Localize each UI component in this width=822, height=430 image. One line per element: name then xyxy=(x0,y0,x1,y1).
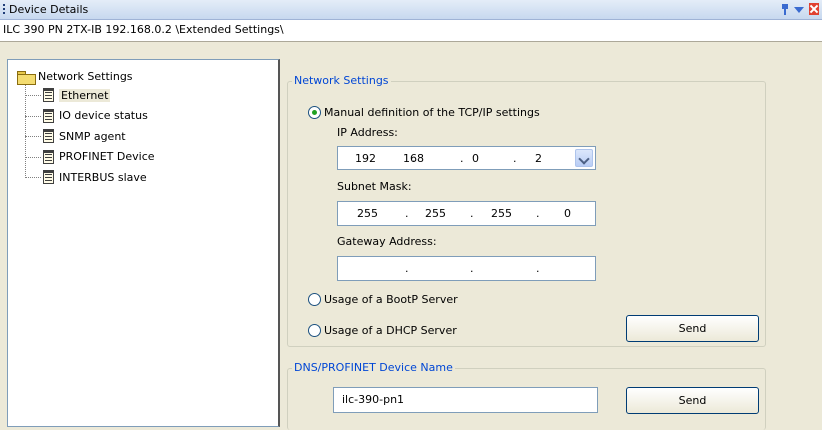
dhcp-label: Usage of a DHCP Server xyxy=(324,324,457,337)
settings-tree[interactable]: Network Settings Ethernet IO device stat… xyxy=(7,59,280,427)
pin-icon[interactable] xyxy=(781,3,789,15)
bootp-radio[interactable]: Usage of a BootP Server xyxy=(308,293,458,306)
dns-send-button[interactable]: Send xyxy=(626,387,759,414)
ip-octet: 2 xyxy=(535,152,542,165)
chevron-down-icon[interactable] xyxy=(575,149,593,167)
gateway-address-field[interactable]: . . . xyxy=(337,256,596,281)
settings-page-icon xyxy=(43,129,54,144)
tree-root-label: Network Settings xyxy=(38,70,133,83)
dns-device-name-title: DNS/PROFINET Device Name xyxy=(292,361,455,374)
folder-open-icon xyxy=(17,70,36,85)
bootp-label: Usage of a BootP Server xyxy=(324,293,458,306)
subnet-separator: . xyxy=(470,207,474,220)
tree-item-interbus-slave[interactable]: INTERBUS slave xyxy=(25,167,278,188)
subnet-separator: . xyxy=(536,207,540,220)
title-bar: Device Details xyxy=(0,0,822,20)
tree-item-io-device-status[interactable]: IO device status xyxy=(25,106,278,127)
manual-tcpip-label: Manual definition of the TCP/IP settings xyxy=(324,106,540,119)
network-settings-title: Network Settings xyxy=(292,74,391,87)
tree-item-label: Ethernet xyxy=(59,88,111,102)
network-send-button[interactable]: Send xyxy=(626,315,759,342)
settings-page-icon xyxy=(43,149,54,164)
tree-item-snmp-agent[interactable]: SNMP agent xyxy=(25,126,278,147)
subnet-octet: 255 xyxy=(357,207,378,220)
divider xyxy=(0,40,822,42)
subnet-octet: 0 xyxy=(564,207,571,220)
tree-item-ethernet[interactable]: Ethernet xyxy=(25,85,278,106)
settings-page-icon xyxy=(43,170,54,185)
subnet-separator: . xyxy=(405,207,409,220)
device-name-input[interactable]: ilc-390-pn1 xyxy=(333,387,598,413)
tree-item-label: INTERBUS slave xyxy=(59,170,147,184)
tree-item-label: SNMP agent xyxy=(59,129,126,143)
ip-octet: 0 xyxy=(472,152,479,165)
ip-octet: 192 xyxy=(355,152,376,165)
ip-octet: 168 xyxy=(403,152,424,165)
tree-item-profinet-device[interactable]: PROFINET Device xyxy=(25,147,278,168)
radio-unchecked-icon xyxy=(308,324,321,337)
dhcp-radio[interactable]: Usage of a DHCP Server xyxy=(308,324,457,337)
radio-checked-icon xyxy=(308,106,321,119)
grip-icon[interactable] xyxy=(3,4,5,15)
settings-page-icon xyxy=(43,88,54,103)
subnet-mask-field[interactable]: 255 . 255 . 255 . 0 xyxy=(337,201,596,226)
subnet-mask-label: Subnet Mask: xyxy=(337,180,412,193)
subnet-octet: 255 xyxy=(425,207,446,220)
gateway-address-label: Gateway Address: xyxy=(337,235,437,248)
tree-item-label: PROFINET Device xyxy=(59,150,155,164)
ip-address-field[interactable]: 192 . 168 . 0 . 2 xyxy=(337,146,596,170)
subnet-octet: 255 xyxy=(491,207,512,220)
breadcrumb: ILC 390 PN 2TX-IB 192.168.0.2 \Extended … xyxy=(0,20,822,40)
settings-page-icon xyxy=(43,108,54,123)
dropdown-arrow-icon[interactable] xyxy=(794,7,804,13)
close-icon[interactable] xyxy=(809,3,819,15)
radio-unchecked-icon xyxy=(308,293,321,306)
gateway-separator: . xyxy=(470,262,474,275)
ip-address-label: IP Address: xyxy=(337,126,398,139)
gateway-separator: . xyxy=(536,262,540,275)
window-title: Device Details xyxy=(9,3,89,16)
tree-item-label: IO device status xyxy=(59,109,148,123)
gateway-separator: . xyxy=(405,262,409,275)
manual-tcpip-radio[interactable]: Manual definition of the TCP/IP settings xyxy=(308,106,540,119)
tree-root-network-settings[interactable]: Network Settings xyxy=(17,68,278,85)
ip-dropdown[interactable] xyxy=(572,146,596,170)
